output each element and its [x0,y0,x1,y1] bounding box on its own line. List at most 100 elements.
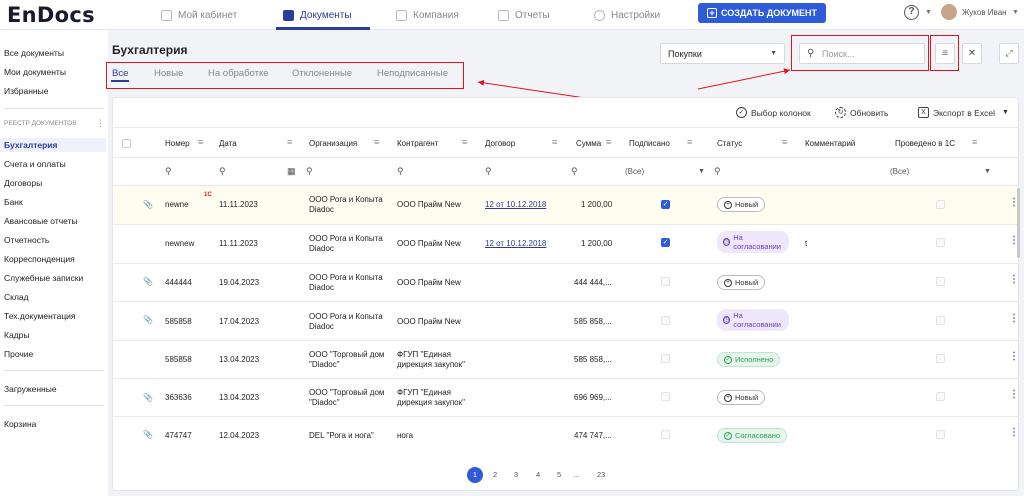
expand-button[interactable]: ⤢ [999,43,1019,64]
filter-search-icon[interactable]: ⚲ [306,166,313,177]
export-excel-button[interactable]: X Экспорт в Excel ▼ [918,107,1009,118]
header-status[interactable]: Статус [717,139,742,148]
header-posted-1c[interactable]: Проведено в 1С [895,139,955,148]
posted-1c-checkbox[interactable] [936,200,945,209]
nav-my-cabinet[interactable]: Мой кабинет [161,0,237,30]
header-comment[interactable]: Комментарий [805,139,855,148]
chevron-down-icon[interactable]: ▼ [925,9,932,16]
sidebar-item-warehouse[interactable]: Склад [4,292,29,302]
sidebar-item-contracts[interactable]: Договоры [4,178,42,188]
nav-settings[interactable]: Настройки [594,0,660,30]
signed-checkbox[interactable]: ✓ [661,200,670,209]
page-button-23[interactable]: 23 [597,470,605,479]
chevron-down-icon[interactable]: ▼ [1012,9,1019,16]
sidebar-item-accounting[interactable]: Бухгалтерия [4,140,58,150]
row-menu-icon[interactable]: ⋮ [1009,351,1019,362]
column-filter-icon[interactable]: ≡ [287,137,292,147]
cell-number[interactable]: newne [165,200,189,210]
sidebar-item-all-documents[interactable]: Все документы [4,48,64,58]
page-button-2[interactable]: 2 [493,470,497,479]
help-icon[interactable]: ? [904,5,919,20]
sidebar-item-memos[interactable]: Служебные записки [4,273,83,283]
refresh-button[interactable]: ↻ Обновить [835,107,889,118]
column-filter-icon[interactable]: ≡ [462,137,467,147]
sidebar-item-other[interactable]: Прочие [4,349,33,359]
cell-contract-link[interactable]: 12 от 10.12.2018 [485,200,546,210]
posted-1c-checkbox[interactable] [936,277,945,286]
page-button-4[interactable]: 4 [536,470,540,479]
column-filter-icon[interactable]: ≡ [782,137,787,147]
user-name[interactable]: Жуков Иван [962,8,1007,17]
header-sum[interactable]: Сумма [576,139,601,148]
filter-search-icon[interactable]: ⚲ [219,166,226,177]
sidebar-item-loaded[interactable]: Загруженные [4,384,57,394]
sidebar-item-bank[interactable]: Банк [4,197,23,207]
cell-number[interactable]: 474747 [165,431,192,441]
column-filter-icon[interactable]: ≡ [972,137,977,147]
header-counterparty[interactable]: Контрагент [397,139,438,148]
signed-checkbox[interactable] [661,354,670,363]
page-button-5[interactable]: 5 [557,470,561,479]
filter-search-icon[interactable]: ⚲ [165,166,172,177]
cell-number[interactable]: 363636 [165,393,192,403]
page-button-1[interactable]: 1 [467,467,483,483]
posted-1c-checkbox[interactable] [936,354,945,363]
posted-filter-select[interactable]: (Все) [890,167,909,176]
column-filter-icon[interactable]: ≡ [198,137,203,147]
table-scrollbar[interactable] [1017,188,1020,258]
header-signed[interactable]: Подписано [629,139,670,148]
cell-contract-link[interactable]: 12 от 10.12.2018 [485,239,546,249]
signed-filter-select[interactable]: (Все) [625,167,644,176]
sidebar-item-correspondence[interactable]: Корреспонденция [4,254,75,264]
sidebar-item-reporting[interactable]: Отчетность [4,235,49,245]
header-organization[interactable]: Организация [309,139,357,148]
sidebar-item-advance-reports[interactable]: Авансовые отчеты [4,216,78,226]
posted-1c-checkbox[interactable] [936,238,945,247]
posted-1c-checkbox[interactable] [936,316,945,325]
signed-checkbox[interactable] [661,316,670,325]
more-vertical-icon[interactable]: ⋮ [96,118,105,129]
filter-search-icon[interactable]: ⚲ [571,166,578,177]
signed-checkbox[interactable] [661,392,670,401]
cell-number[interactable]: 585858 [165,355,192,365]
sidebar-item-hr[interactable]: Кадры [4,330,29,340]
row-menu-icon[interactable]: ⋮ [1009,313,1019,324]
avatar[interactable] [941,4,957,20]
cell-number[interactable]: newnew [165,239,194,249]
signed-checkbox[interactable] [661,430,670,439]
nav-documents[interactable]: Документы [283,0,352,30]
posted-1c-checkbox[interactable] [936,430,945,439]
search-input[interactable]: ⚲ Поиск... [799,43,925,64]
calendar-icon[interactable]: ▦ [287,166,296,177]
row-menu-icon[interactable]: ⋮ [1009,427,1019,438]
nav-reports[interactable]: Отчеты [498,0,550,30]
row-menu-icon[interactable]: ⋮ [1009,389,1019,400]
chevron-down-icon[interactable]: ▼ [698,168,705,175]
sidebar-item-tech-docs[interactable]: Тех.документация [4,311,76,321]
chevron-down-icon[interactable]: ▼ [984,168,991,175]
column-chooser-button[interactable]: ✓ Выбор колонок [736,107,811,118]
cell-number[interactable]: 585858 [165,317,192,327]
filter-search-icon[interactable]: ⚲ [485,166,492,177]
select-all-checkbox[interactable] [122,139,131,148]
filter-search-icon[interactable]: ⚲ [714,166,721,177]
create-document-button[interactable]: + СОЗДАТЬ ДОКУМЕНТ [698,3,826,23]
column-filter-icon[interactable]: ≡ [374,137,379,147]
sidebar-item-my-documents[interactable]: Мои документы [4,67,66,77]
signed-checkbox[interactable] [661,277,670,286]
nav-company[interactable]: Компания [396,0,459,30]
header-date[interactable]: Дата [219,139,237,148]
header-contract[interactable]: Договор [485,139,515,148]
filter-button[interactable]: ≡ [935,43,955,64]
column-filter-icon[interactable]: ≡ [687,137,692,147]
row-menu-icon[interactable]: ⋮ [1009,274,1019,285]
column-filter-icon[interactable]: ≡ [606,137,611,147]
sidebar-item-invoices[interactable]: Счета и оплаты [4,159,66,169]
page-button-3[interactable]: 3 [514,470,518,479]
sidebar-item-trash[interactable]: Корзина [4,419,36,429]
document-type-select[interactable]: Покупки ▼ [660,43,785,64]
filter-search-icon[interactable]: ⚲ [397,166,404,177]
app-logo[interactable]: EnDocs [7,3,95,27]
posted-1c-checkbox[interactable] [936,392,945,401]
column-filter-icon[interactable]: ≡ [552,137,557,147]
